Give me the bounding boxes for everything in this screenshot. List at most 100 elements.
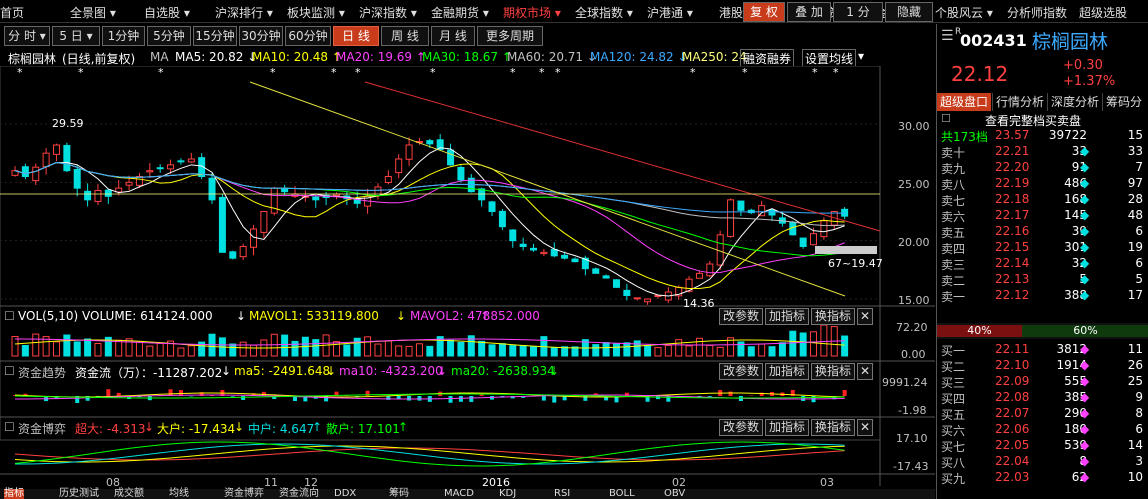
menu-item-1[interactable]: 全景图 ▾ bbox=[70, 4, 116, 21]
bottom-tab-3[interactable]: 均线 bbox=[169, 489, 189, 499]
book-total-row[interactable]: 共173档 23.57 39722 15 bbox=[937, 127, 1148, 144]
period-button-3[interactable]: 5分钟 bbox=[147, 26, 191, 46]
menu-item-7[interactable]: 期权市场 ▾ bbox=[503, 4, 561, 21]
game-add-indicator-button[interactable]: 加指标 bbox=[765, 419, 809, 436]
game-close-button[interactable]: ✕ bbox=[857, 419, 873, 436]
menu-item-2[interactable]: 自选股 ▾ bbox=[144, 4, 190, 21]
overlay-button[interactable]: 叠 加 bbox=[787, 2, 831, 22]
menu-icon[interactable]: ☰ bbox=[941, 28, 954, 44]
bottom-tab-5[interactable]: 资金流向 bbox=[279, 489, 319, 499]
bid-row[interactable]: 买一 22.11 3812 ◆ 11 bbox=[937, 341, 1148, 358]
menu-item-6[interactable]: 金融期货 ▾ bbox=[431, 4, 489, 21]
fund-flow-bar bbox=[728, 391, 733, 396]
right-tab-0[interactable]: 超级盘口 bbox=[937, 93, 992, 111]
ask-row[interactable]: 卖二 22.13 5 ◆ 5 bbox=[937, 271, 1148, 288]
fund-flow-bar bbox=[241, 396, 246, 400]
vol-close-button[interactable]: ✕ bbox=[857, 308, 873, 325]
volume-bar bbox=[84, 338, 92, 357]
bid-row[interactable]: 买七 22.05 539 ◆ 14 bbox=[937, 437, 1148, 454]
bottom-tab-0[interactable]: 指标 bbox=[4, 489, 24, 499]
period-button-1[interactable]: 5 日 ▾ bbox=[52, 26, 100, 46]
finance-button[interactable]: 融资融券 bbox=[740, 49, 795, 66]
bottom-tab-7[interactable]: 筹码 bbox=[389, 489, 409, 499]
ask-row[interactable]: 卖四 22.15 301 ◆ 19 bbox=[937, 239, 1148, 256]
fund-game-tab[interactable]: 资金博弈 bbox=[18, 420, 66, 437]
period-button-7[interactable]: 日 线 bbox=[333, 26, 379, 46]
fund-ma10-value: ma10: -4323.200 bbox=[339, 364, 443, 378]
volume-value: VOLUME: 614124.000 bbox=[82, 309, 213, 323]
close-icon[interactable]: ☐ bbox=[4, 364, 15, 378]
menu-item-13[interactable]: 个股风云 ▾ bbox=[935, 4, 993, 21]
ask-row[interactable]: 卖九 22.20 91 ◆ 7 bbox=[937, 159, 1148, 176]
fund-params-button[interactable]: 改参数 bbox=[719, 363, 763, 380]
fund-add-indicator-button[interactable]: 加指标 bbox=[765, 363, 809, 380]
close-icon[interactable]: ☐ bbox=[941, 112, 951, 125]
right-tab-1[interactable]: 行情分析 bbox=[992, 93, 1047, 111]
ask-row[interactable]: 卖七 22.18 168 ◆ 28 bbox=[937, 191, 1148, 208]
menu-item-14[interactable]: 分析师指数 bbox=[1007, 4, 1067, 21]
fund-close-button[interactable]: ✕ bbox=[857, 363, 873, 380]
bottom-tab-12[interactable]: OBV bbox=[664, 489, 685, 499]
volume-bar bbox=[695, 337, 703, 357]
ask-row[interactable]: 卖一 22.12 388 ◆ 17 bbox=[937, 287, 1148, 304]
bid-row[interactable]: 买八 22.04 8 ◆ 3 bbox=[937, 453, 1148, 470]
menu-item-9[interactable]: 沪港通 ▾ bbox=[647, 4, 693, 21]
bottom-tab-11[interactable]: BOLL bbox=[609, 489, 635, 499]
ask-row[interactable]: 卖十 22.21 33 ◆ 33 bbox=[937, 143, 1148, 160]
unit-button[interactable]: 1 分 bbox=[833, 2, 883, 22]
menu-item-0[interactable]: 首页 bbox=[0, 4, 24, 21]
ask-row[interactable]: 卖三 22.14 32 ◆ 6 bbox=[937, 255, 1148, 272]
bid-row[interactable]: 买三 22.09 555 ◆ 25 bbox=[937, 373, 1148, 390]
bid-row[interactable]: 买五 22.07 290 ◆ 8 bbox=[937, 405, 1148, 422]
period-button-5[interactable]: 30分钟 bbox=[239, 26, 283, 46]
candle-body bbox=[644, 298, 652, 303]
close-icon[interactable]: ☐ bbox=[4, 420, 15, 434]
ask-row[interactable]: 卖八 22.19 486 ◆ 97 bbox=[937, 175, 1148, 192]
hide-button[interactable]: 隐藏 bbox=[885, 2, 933, 22]
buy-sell-ratio: 40% 60% bbox=[937, 323, 1148, 339]
game-params-button[interactable]: 改参数 bbox=[719, 419, 763, 436]
right-tab-3[interactable]: 筹码分 bbox=[1102, 93, 1145, 111]
period-button-8[interactable]: 周 线 bbox=[381, 26, 429, 46]
book-count: 26 bbox=[1127, 358, 1143, 372]
bottom-tab-6[interactable]: DDX bbox=[334, 489, 356, 499]
fuquan-button[interactable]: 复 权 bbox=[743, 2, 785, 22]
arrow-down-icon: ↓ bbox=[236, 309, 247, 323]
volume-bar bbox=[810, 331, 818, 357]
ask-row[interactable]: 卖六 22.17 145 ◆ 48 bbox=[937, 207, 1148, 224]
vol-switch-indicator-button[interactable]: 换指标 bbox=[811, 308, 855, 325]
period-button-9[interactable]: 月 线 bbox=[431, 26, 475, 46]
bid-row[interactable]: 买六 22.06 180 ◆ 6 bbox=[937, 421, 1148, 438]
bid-row[interactable]: 买二 22.10 1914 ◆ 26 bbox=[937, 357, 1148, 374]
period-button-6[interactable]: 60分钟 bbox=[285, 26, 331, 46]
vol-params-button[interactable]: 改参数 bbox=[719, 308, 763, 325]
menu-item-4[interactable]: 板块监测 ▾ bbox=[287, 4, 345, 21]
bottom-tab-2[interactable]: 成交额 bbox=[114, 489, 144, 499]
ask-row[interactable]: 卖五 22.16 39 ◆ 6 bbox=[937, 223, 1148, 240]
bottom-tab-10[interactable]: RSI bbox=[554, 489, 570, 499]
vol-add-indicator-button[interactable]: 加指标 bbox=[765, 308, 809, 325]
menu-item-3[interactable]: 沪深排行 ▾ bbox=[215, 4, 273, 21]
bid-row[interactable]: 买四 22.08 385 ◆ 9 bbox=[937, 389, 1148, 406]
book-count: 9 bbox=[1135, 390, 1143, 404]
period-button-0[interactable]: 分 时 ▾ bbox=[4, 26, 50, 46]
bottom-tab-8[interactable]: MACD bbox=[444, 489, 474, 499]
close-icon[interactable]: ☐ bbox=[4, 309, 15, 323]
fund-switch-indicator-button[interactable]: 换指标 bbox=[811, 363, 855, 380]
period-button-10[interactable]: 更多周期 bbox=[477, 26, 543, 46]
menu-item-8[interactable]: 全球指数 ▾ bbox=[575, 4, 633, 21]
bottom-tab-9[interactable]: KDJ bbox=[499, 489, 516, 499]
game-switch-indicator-button[interactable]: 换指标 bbox=[811, 419, 855, 436]
chevron-down-icon[interactable]: ▾ bbox=[858, 49, 864, 63]
bottom-tab-1[interactable]: 历史测试 bbox=[59, 489, 99, 499]
set-ma-button[interactable]: 设置均线 bbox=[802, 49, 857, 66]
period-button-2[interactable]: 1分钟 bbox=[102, 26, 145, 46]
period-button-4[interactable]: 15分钟 bbox=[193, 26, 237, 46]
ma5-value: MA5: 20.82 ↓ bbox=[175, 50, 258, 64]
fund-trend-tab[interactable]: 资金趋势 bbox=[18, 364, 66, 381]
right-tab-2[interactable]: 深度分析 bbox=[1047, 93, 1102, 111]
bottom-tab-4[interactable]: 资金博弈 bbox=[224, 489, 264, 499]
menu-item-15[interactable]: 超级选股 bbox=[1079, 4, 1127, 21]
bid-row[interactable]: 买九 22.03 62 ◆ 10 bbox=[937, 469, 1148, 486]
menu-item-5[interactable]: 沪深指数 ▾ bbox=[359, 4, 417, 21]
